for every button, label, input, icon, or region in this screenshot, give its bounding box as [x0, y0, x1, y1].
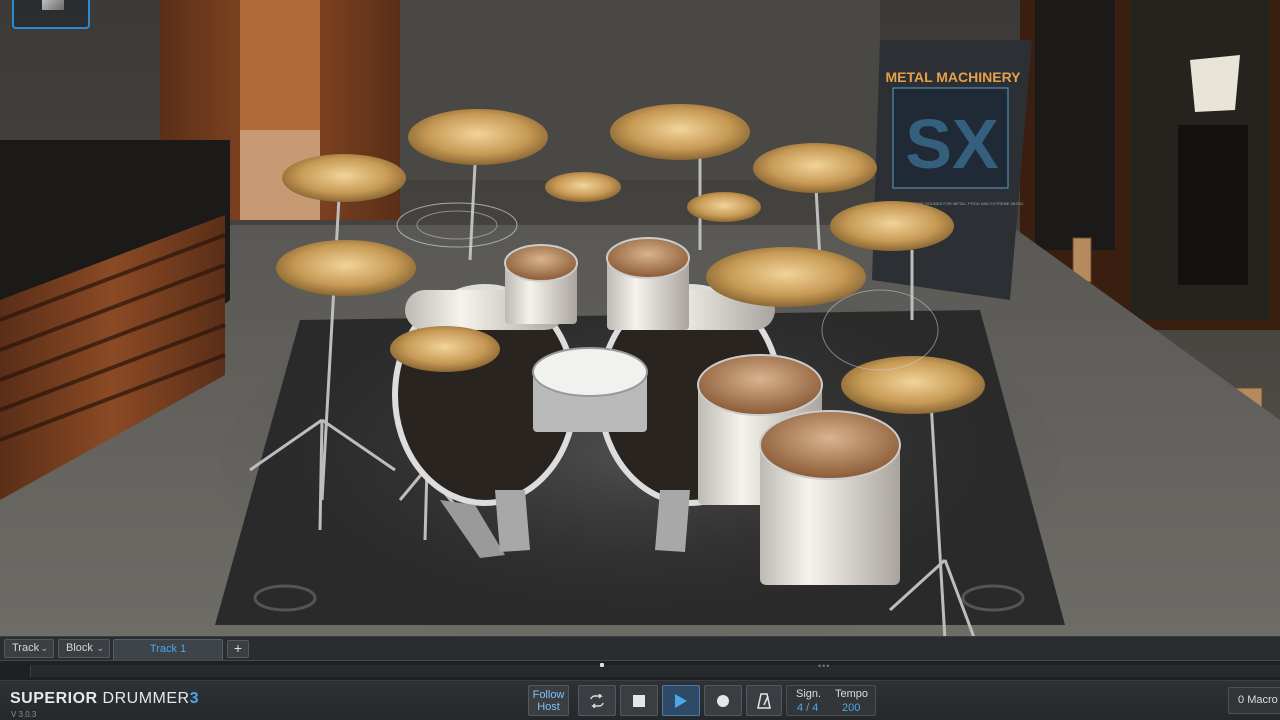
follow-host-line2: Host [537, 701, 560, 713]
brand-superior: SUPERIOR [10, 690, 98, 707]
stop-icon [633, 694, 645, 707]
resize-grip-icon[interactable]: ••• [818, 661, 830, 671]
record-button[interactable] [704, 685, 742, 716]
stack-cymbal[interactable] [841, 356, 985, 414]
chevron-down-icon: ⌄ [40, 643, 48, 653]
tempo-value[interactable]: 200 [842, 702, 860, 714]
macro-label: Macro [1247, 694, 1278, 706]
crash-cymbal-right[interactable] [753, 143, 877, 193]
track-menu-dropdown[interactable]: Track ⌄ [4, 639, 54, 658]
crash-cymbal-top-right[interactable] [610, 104, 750, 160]
china-cymbal-right[interactable] [830, 201, 954, 251]
brand-drummer: DRUMMER [102, 690, 190, 707]
playhead-marker[interactable] [600, 663, 604, 667]
macro-count: 0 [1238, 694, 1245, 706]
drum-kit-construct-view[interactable]: METAL MACHINERY SX THE MOST AGGRESSIVE S… [0, 0, 1280, 636]
metronome-icon [757, 692, 771, 709]
banner-title: METAL MACHINERY [885, 69, 1021, 85]
timeline-lane[interactable] [30, 665, 1280, 677]
kick-pedal-left[interactable] [495, 490, 530, 552]
crash-cymbal-left[interactable] [282, 154, 406, 202]
floor-tom-2[interactable] [759, 410, 901, 585]
superior-drummer-window: METAL MACHINERY SX THE MOST AGGRESSIVE S… [0, 0, 1280, 720]
svg-text:SX: SX [905, 105, 999, 183]
record-icon [717, 694, 729, 707]
macro-button[interactable]: 0 Macro [1228, 687, 1280, 714]
add-track-button[interactable]: + [227, 640, 249, 658]
crash-cymbal-top-left[interactable] [408, 109, 548, 165]
china-cymbal-left[interactable] [276, 240, 416, 296]
song-timeline[interactable]: ••• [0, 660, 1280, 680]
play-icon [675, 693, 687, 708]
splash-cymbal[interactable] [545, 172, 621, 202]
transport-bar: SUPERIOR DRUMMER3 V 3.0.3 Follow Host Si… [0, 680, 1280, 720]
cube-icon [42, 0, 64, 10]
loop-button[interactable] [578, 685, 616, 716]
ride-cymbal[interactable] [706, 247, 866, 307]
stop-button[interactable] [620, 685, 658, 716]
play-button[interactable] [662, 685, 700, 716]
hihat-cymbal[interactable] [390, 326, 500, 372]
signature-tempo-display[interactable]: Sign. 4 / 4 Tempo 200 [786, 685, 876, 716]
loop-icon [590, 693, 604, 708]
block-menu-dropdown[interactable]: Block ⌄ [58, 639, 110, 658]
signature-value[interactable]: 4 / 4 [797, 702, 818, 714]
signature-label: Sign. [796, 688, 822, 700]
bell-cymbal[interactable] [687, 192, 761, 222]
chevron-down-icon: ⌄ [96, 643, 104, 653]
brand-number: 3 [189, 690, 199, 707]
tab-track-1[interactable]: Track 1 [113, 639, 223, 660]
rack-tom-1[interactable] [504, 244, 578, 324]
track-bar: Track ⌄ Block ⌄ Track 1 + [0, 636, 1280, 660]
rack-tom-2[interactable] [606, 237, 690, 330]
follow-host-line1: Follow [532, 689, 565, 701]
metronome-button[interactable] [746, 685, 782, 716]
follow-host-button[interactable]: Follow Host [528, 685, 569, 716]
block-menu-label: Block [66, 642, 93, 654]
snare-drum[interactable] [532, 347, 648, 432]
app-logo: SUPERIOR DRUMMER3 [10, 690, 199, 708]
version-label: V 3.0.3 [11, 710, 37, 719]
track-menu-label: Track [12, 642, 40, 654]
tempo-label: Tempo [835, 688, 869, 700]
view-toggle-button[interactable] [12, 0, 90, 29]
kick-pedal-right[interactable] [655, 490, 690, 552]
